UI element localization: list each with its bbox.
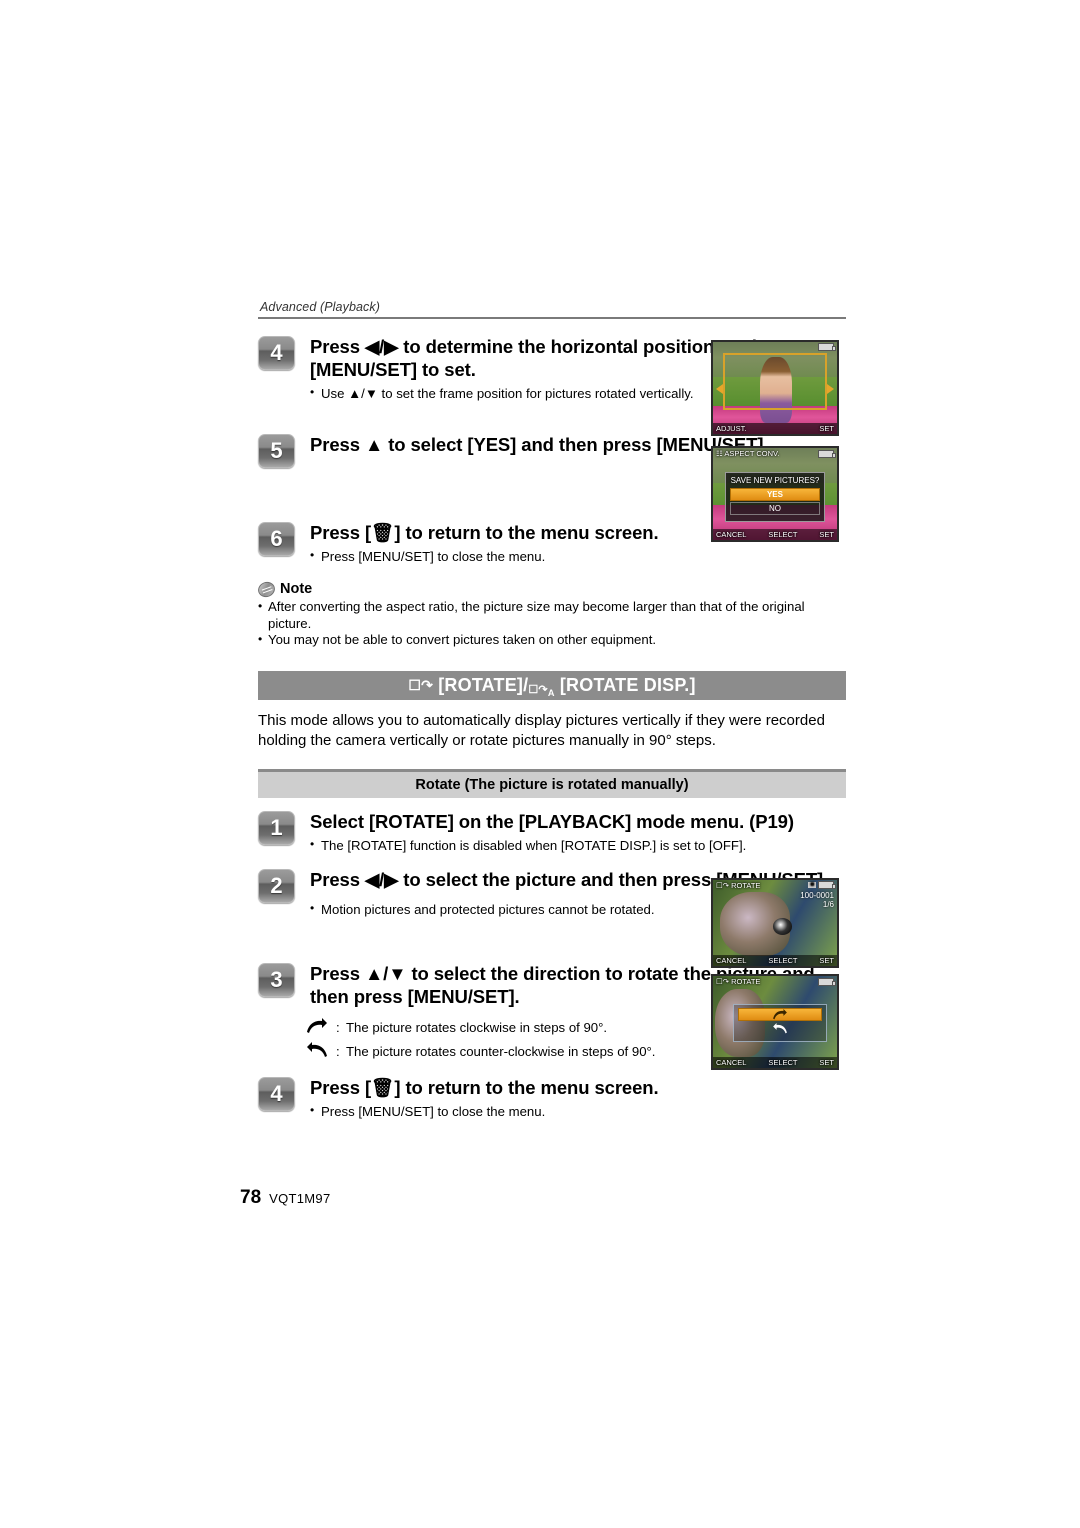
osd-set-label: SET (819, 424, 834, 433)
step-number-badge: 4 (258, 1076, 295, 1111)
thumb-osd-bottom: CANCEL SELECT SET (713, 1057, 837, 1068)
step-number-badge: 1 (258, 810, 295, 845)
aspect-conv-icon: ☷ (716, 449, 723, 458)
osd-select-label: SELECT (768, 1058, 798, 1067)
thumb-osd-top: ☷ ASPECT CONV. (713, 448, 837, 459)
battery-icon (818, 449, 836, 458)
rotate-counter-clockwise-icon (306, 1042, 336, 1061)
rotate-clockwise-icon (773, 1008, 787, 1019)
note-item: After converting the aspect ratio, the p… (258, 598, 846, 632)
page-number: 78 (240, 1187, 262, 1208)
thumb-osd-bottom: CANCEL SELECT SET (713, 529, 837, 540)
step-number-badge: 2 (258, 868, 295, 903)
section-intro-paragraph: This mode allows you to automatically di… (258, 711, 825, 749)
osd-mode-label: ROTATE (731, 881, 761, 890)
bullet-item: The [ROTATE] function is disabled when [… (310, 836, 846, 854)
battery-icon (818, 977, 836, 986)
rotate-icon: ☐↷ (716, 977, 730, 986)
osd-file-info: 100-0001 1/6 (800, 891, 834, 909)
document-code: VQT1M97 (269, 1191, 331, 1206)
osd-mode-label: ROTATE (731, 977, 761, 986)
bullet-item: Press [MENU/SET] to close the menu. (310, 547, 846, 565)
section-title-part2: [ROTATE DISP.] (559, 674, 696, 695)
save-new-pictures-dialog: SAVE NEW PICTURES? YES NO (725, 471, 825, 522)
bullet-item: Press [MENU/SET] to close the menu. (310, 1102, 846, 1120)
subsection-bar: Rotate (The picture is rotated manually) (258, 768, 846, 798)
right-arrow-icon (827, 384, 834, 395)
osd-set-label: SET (819, 1058, 834, 1067)
page-footer: 78 VQT1M97 (240, 1187, 330, 1209)
rotate-auto-icon: ☐↷A (528, 683, 555, 698)
note-heading-label: Note (280, 581, 313, 597)
note-list: After converting the aspect ratio, the p… (258, 598, 846, 649)
left-arrow-icon (716, 384, 723, 395)
note-heading: Note (255, 579, 846, 599)
rotate-step-1: 1 Select [ROTATE] on the [PLAYBACK] mode… (258, 810, 846, 854)
thumbnail-rotate-direction: ☐↷ ROTATE CANCEL SELECT SET (711, 974, 839, 1070)
battery-icon (818, 343, 836, 351)
aspect-crop-frame (722, 353, 828, 411)
osd-file-number: 100-0001 (800, 891, 834, 900)
osd-select-label: SELECT (768, 956, 798, 965)
dialog-title: SAVE NEW PICTURES? (730, 475, 820, 485)
pencil-note-icon (255, 579, 278, 599)
rotate-icon: ☐↷ (716, 881, 730, 890)
step-number-badge: 6 (258, 522, 295, 556)
thumb-osd-top: ☐↷ ROTATE ■ (713, 880, 837, 891)
step-number-badge: 5 (258, 434, 295, 468)
step-number-badge: 4 (258, 336, 295, 370)
osd-set-label: SET (819, 956, 834, 965)
osd-frame-count: 1/6 (822, 900, 834, 909)
thumb-osd-top: ☐↷ ROTATE (713, 976, 837, 987)
osd-set-label: SET (819, 530, 834, 539)
osd-select-label: SELECT (768, 530, 798, 539)
legend-colon: : (336, 1019, 340, 1035)
osd-cancel-label: CANCEL (716, 530, 747, 539)
osd-cancel-label: CANCEL (716, 956, 747, 965)
rotate-option-clockwise[interactable] (737, 1007, 823, 1021)
battery-icon (818, 881, 836, 889)
step-title: Select [ROTATE] on the [PLAYBACK] mode m… (310, 810, 794, 832)
osd-adjust-label: ADJUST. (716, 424, 747, 433)
rotate-icon: ☐↷ (408, 676, 434, 693)
step-body: Press [MENU/SET] to close the menu. (310, 1102, 846, 1120)
rotate-option-counter-clockwise[interactable] (738, 1022, 822, 1036)
rotate-step-4: 4 Press [🗑] to return to the menu screen… (258, 1076, 846, 1120)
thumbnail-rotate-select: ☐↷ ROTATE ■ 100-0001 1/6 CANCEL SELECT S… (711, 878, 839, 968)
running-head: Advanced (Playback) (260, 300, 381, 314)
step-title: Press [🗑] to return to the menu screen. (310, 1076, 659, 1098)
running-head-rule (258, 317, 846, 319)
rotate-counter-clockwise-icon (773, 1022, 787, 1033)
osd-cancel-label: CANCEL (716, 1058, 747, 1067)
section-header-bar: ☐↷ [ROTATE]/☐↷A [ROTATE DISP.] (258, 670, 846, 700)
legend-colon: : (336, 1043, 340, 1059)
section-title-part1: [ROTATE]/ (438, 674, 529, 695)
thumb-osd-top (713, 342, 837, 352)
manual-page: Advanced (Playback) 4 Press ◀/▶ to deter… (0, 0, 1080, 1528)
step-body: Press [MENU/SET] to close the menu. (310, 547, 846, 565)
picture-size-icon: ■ (808, 882, 816, 888)
step-number-badge: 3 (258, 962, 295, 997)
step-body: The [ROTATE] function is disabled when [… (310, 836, 846, 854)
dialog-option-yes[interactable]: YES (730, 487, 820, 501)
note-item: You may not be able to convert pictures … (258, 631, 846, 649)
osd-mode-label: ASPECT CONV. (724, 449, 780, 458)
thumbnail-aspect-frame: ADJUST. SET (711, 340, 839, 436)
thumb-osd-bottom: ADJUST. SET (713, 423, 837, 434)
dialog-option-no[interactable]: NO (730, 501, 820, 515)
thumbnail-save-dialog: ☷ ASPECT CONV. SAVE NEW PICTURES? YES NO… (711, 446, 839, 542)
rotate-direction-dialog (732, 1003, 828, 1042)
thumb-subject-eye (772, 917, 793, 936)
thumb-osd-bottom: CANCEL SELECT SET (713, 955, 837, 966)
note-block: Note After converting the aspect ratio, … (255, 579, 846, 649)
rotate-clockwise-icon (306, 1018, 336, 1037)
